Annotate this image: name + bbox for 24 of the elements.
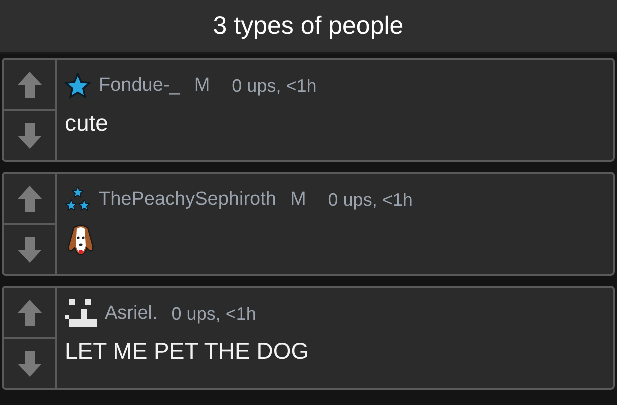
mod-label: M	[194, 75, 210, 97]
up-arrow-icon	[16, 184, 44, 214]
username[interactable]: ThePeachySephiroth	[99, 189, 276, 211]
username[interactable]: Asriel.	[105, 303, 158, 325]
comment-meta: 0 ups, <1h	[328, 190, 413, 210]
up-arrow-icon	[16, 70, 44, 100]
comment-meta: 0 ups, <1h	[172, 304, 256, 324]
downvote-button[interactable]	[4, 223, 55, 274]
up-arrow-icon	[16, 298, 44, 328]
mod-label: M	[290, 189, 306, 211]
stars-icon	[65, 187, 91, 213]
meme-title: 3 types of people	[213, 12, 404, 40]
down-arrow-icon	[16, 234, 44, 264]
comment-text: LET ME PET THE DOG	[65, 338, 310, 365]
pixel-face-icon	[65, 299, 97, 329]
username[interactable]: Fondue-_	[99, 75, 180, 97]
downvote-button[interactable]	[4, 109, 55, 160]
dog-icon	[65, 224, 97, 258]
star-icon	[65, 73, 91, 99]
down-arrow-icon	[16, 348, 44, 378]
down-arrow-icon	[16, 120, 44, 150]
comment-meta: 0 ups, <1h	[232, 76, 317, 96]
comment-text: cute	[65, 110, 110, 137]
downvote-button[interactable]	[4, 337, 55, 388]
